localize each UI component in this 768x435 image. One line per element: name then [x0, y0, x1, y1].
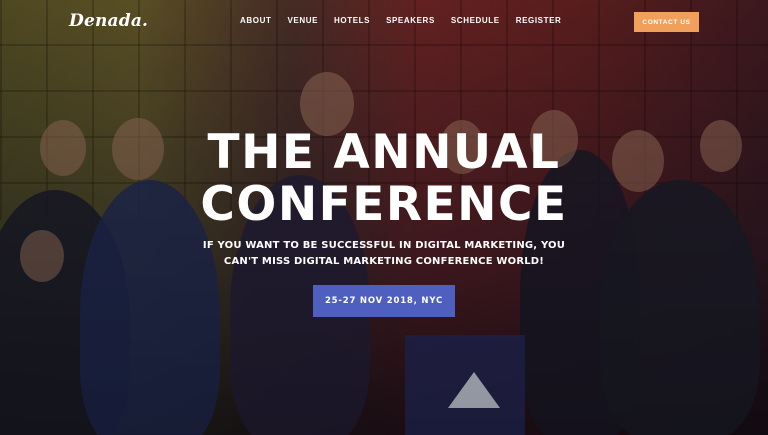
hero-title: THE ANNUAL CONFERENCE	[0, 127, 768, 231]
top-navigation: Denada. ABOUT VENUE HOTELS SPEAKERS SCHE…	[0, 0, 768, 44]
hero-subtitle-line-1: IF YOU WANT TO BE SUCCESSFUL IN DIGITAL …	[202, 240, 566, 251]
nav-item-speakers[interactable]: SPEAKERS	[386, 16, 435, 25]
nav-menu: ABOUT VENUE HOTELS SPEAKERS SCHEDULE REG…	[240, 16, 577, 25]
hero-subtitle: IF YOU WANT TO BE SUCCESSFUL IN DIGITAL …	[0, 238, 768, 270]
hero-section: Denada. ABOUT VENUE HOTELS SPEAKERS SCHE…	[0, 0, 768, 435]
nav-item-about[interactable]: ABOUT	[240, 16, 271, 25]
brand-logo[interactable]: Denada.	[69, 11, 148, 31]
nav-item-hotels[interactable]: HOTELS	[334, 16, 370, 25]
hero-title-line-1: THE ANNUAL	[207, 125, 561, 180]
contact-us-button[interactable]: CONTACT US	[634, 12, 699, 32]
nav-item-schedule[interactable]: SCHEDULE	[451, 16, 500, 25]
hero-title-line-2: CONFERENCE	[200, 177, 568, 232]
nav-item-register[interactable]: REGISTER	[516, 16, 562, 25]
nav-item-venue[interactable]: VENUE	[287, 16, 318, 25]
event-date-button[interactable]: 25-27 NOV 2018, NYC	[313, 285, 455, 317]
hero-subtitle-line-2: CAN'T MISS DIGITAL MARKETING CONFERENCE …	[223, 256, 545, 267]
